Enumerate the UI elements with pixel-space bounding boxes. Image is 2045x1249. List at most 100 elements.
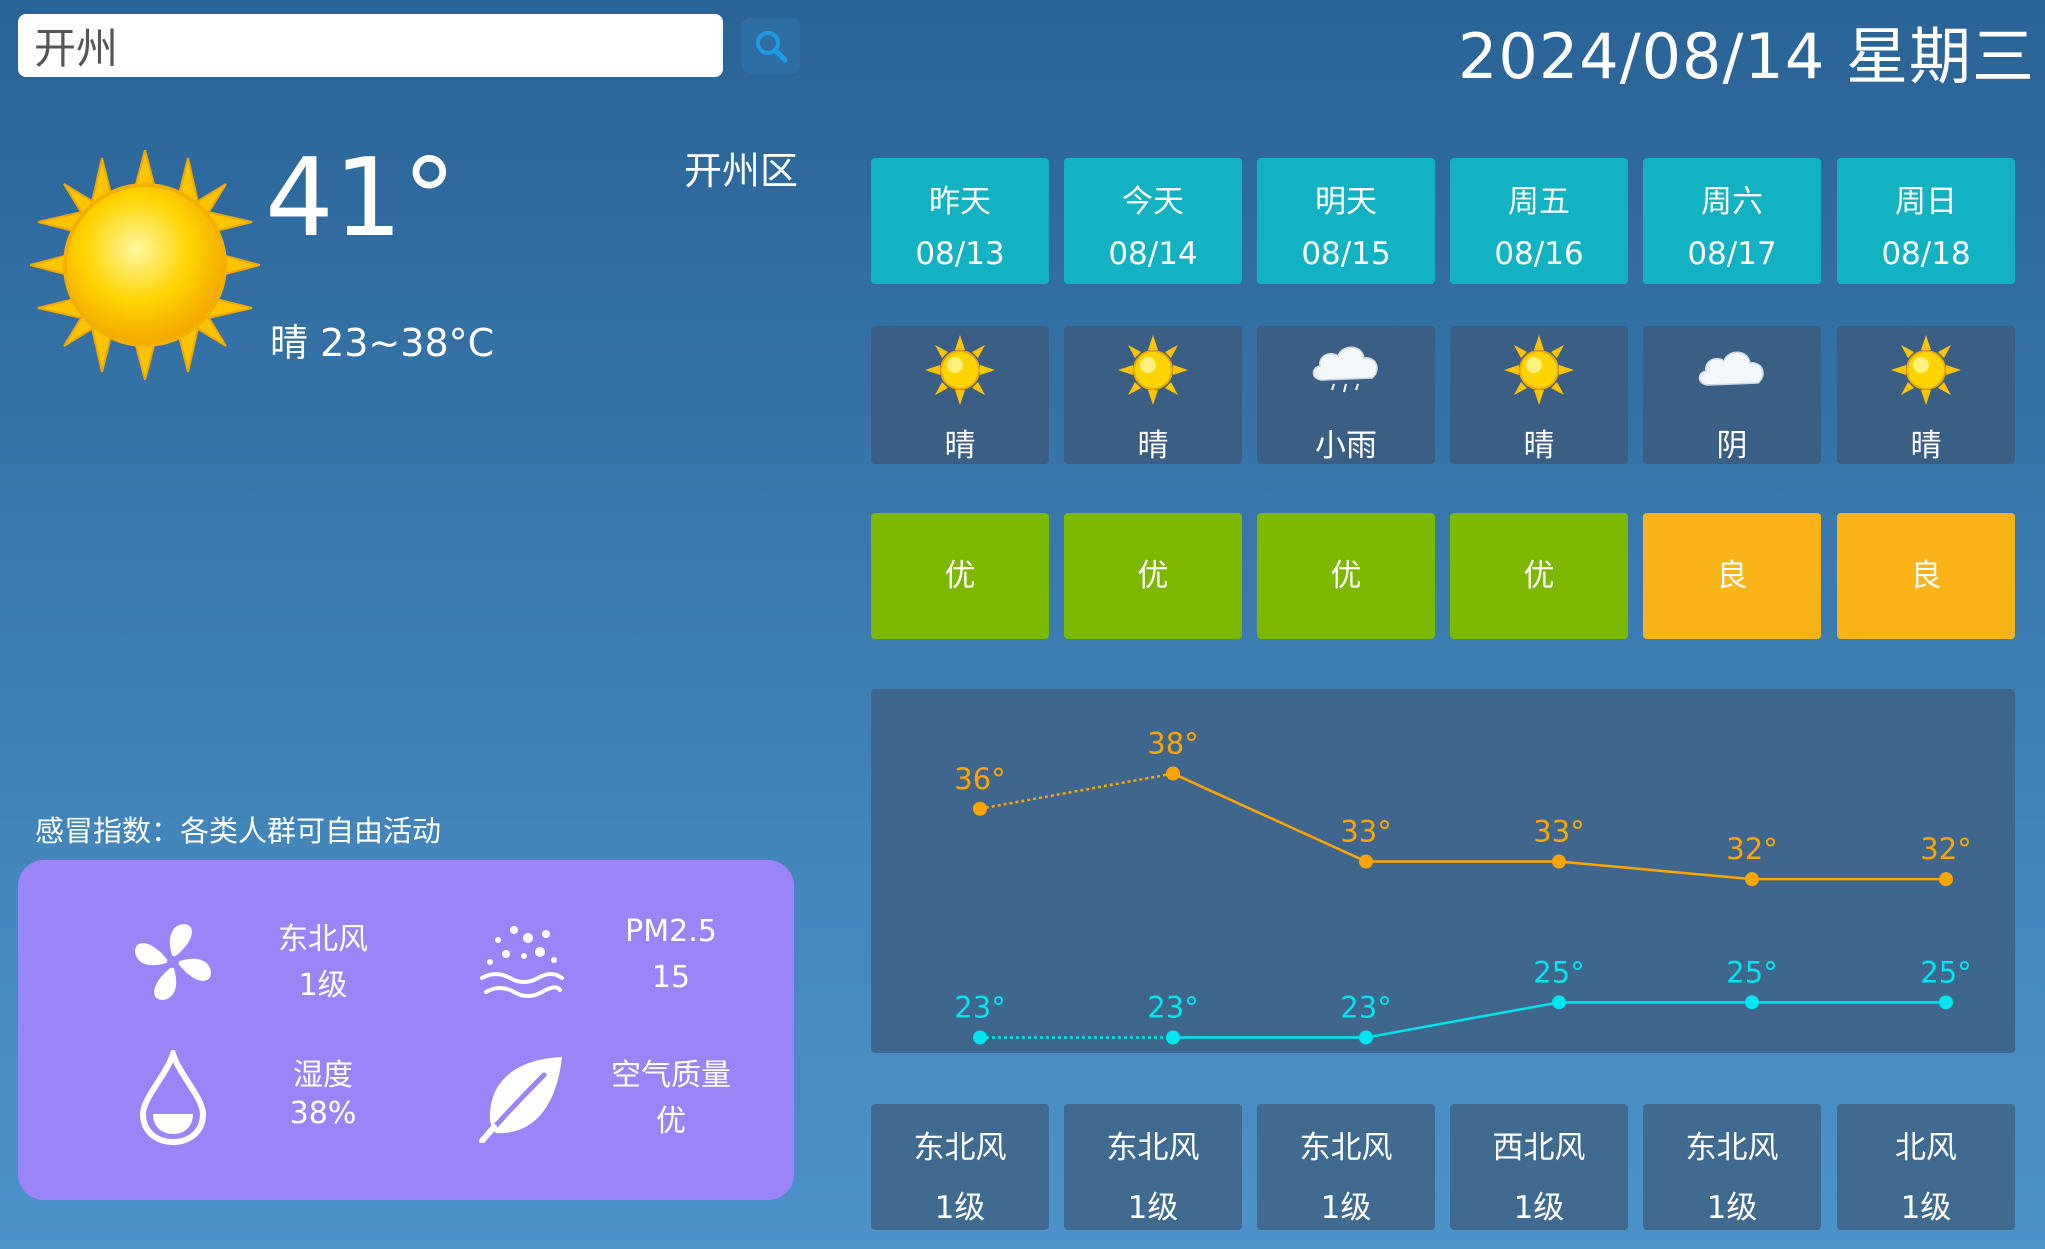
forecast-day: 明天 08/15 [1257, 158, 1435, 284]
weather-text: 晴 [1910, 428, 1942, 464]
series-0-point [1166, 766, 1180, 781]
day-date: 08/17 [1687, 236, 1777, 272]
wind-level: 1级 [1127, 1190, 1179, 1226]
wind-direction: 北风 [1895, 1130, 1957, 1166]
date-display: 2024/08/14 星期三 [1457, 20, 2035, 93]
series-1-point [1939, 995, 1953, 1010]
series-0-label: 32° [1920, 832, 1971, 866]
day-name: 周五 [1508, 184, 1570, 220]
leaf-icon [466, 1038, 576, 1158]
pm25-label: PM2.5 [625, 914, 717, 949]
sun-icon [1450, 334, 1628, 406]
aq-badge: 优 [1064, 513, 1242, 639]
air-quality-value: 优 [656, 1104, 686, 1139]
forecast-weather: 小雨 [1257, 326, 1435, 464]
sun-icon [871, 334, 1049, 406]
forecast-wind: 东北风 1级 [1257, 1104, 1435, 1230]
weather-text: 晴 [944, 428, 976, 464]
temperature-chart: 36° 38° 33° 33° 32° 32° 23° 23° 23° 25° 25° 25° [871, 689, 2015, 1053]
aq-badge: 优 [1257, 513, 1435, 639]
wind-direction: 西北风 [1492, 1130, 1586, 1166]
aq-badge: 良 [1643, 513, 1821, 639]
forecast-wind: 东北风 1级 [1064, 1104, 1242, 1230]
series-0-label: 33° [1340, 815, 1391, 849]
aq-badge: 良 [1837, 513, 2015, 639]
particles-icon [466, 902, 576, 1022]
series-0-point [1552, 854, 1566, 869]
series-1-label: 23° [1147, 991, 1198, 1025]
series-0-point [1359, 854, 1373, 869]
search-icon [756, 31, 788, 63]
day-date: 08/14 [1108, 236, 1198, 272]
forecast-weather: 晴 [1837, 326, 2015, 464]
water-drop-icon [118, 1038, 228, 1158]
wind-level: 1级 [934, 1190, 986, 1226]
series-0-point [1745, 872, 1759, 887]
info-panel: 东北风 1级 PM2.5 15 湿度 38% 空气质量 优 [18, 860, 794, 1200]
day-name: 今天 [1122, 184, 1184, 220]
series-0-point [1939, 872, 1953, 887]
series-1-label: 25° [1726, 955, 1777, 989]
series-0-point [973, 801, 987, 816]
aq-badge: 优 [1450, 513, 1628, 639]
weather-text: 小雨 [1315, 428, 1377, 464]
series-1-point [1166, 1030, 1180, 1045]
series-1-label: 23° [954, 991, 1005, 1025]
day-date: 08/15 [1301, 236, 1391, 272]
forecast-wind: 东北风 1级 [1643, 1104, 1821, 1230]
day-name: 明天 [1315, 184, 1377, 220]
forecast-day: 周五 08/16 [1450, 158, 1628, 284]
wind-value: 1级 [298, 968, 348, 1003]
air-quality-label: 空气质量 [611, 1058, 731, 1093]
wind-direction: 东北风 [1106, 1130, 1200, 1166]
day-name: 周日 [1895, 184, 1957, 220]
forecast-weather: 晴 [1450, 326, 1628, 464]
day-date: 08/13 [915, 236, 1005, 272]
series-0-label: 33° [1533, 815, 1584, 849]
series-0-segment-dashed [979, 772, 1174, 810]
rain-cloud-icon [1257, 334, 1435, 406]
search-input[interactable] [18, 14, 723, 77]
temperature-chart-svg: 36° 38° 33° 33° 32° 32° 23° 23° 23° 25° 25° 25° [954, 727, 1972, 1045]
fan-icon [118, 902, 228, 1022]
humidity-label: 湿度 [293, 1058, 353, 1093]
current-temperature: 41° [265, 136, 457, 261]
day-name: 昨天 [929, 184, 991, 220]
wind-level: 1级 [1900, 1190, 1952, 1226]
humidity-info: 湿度 38% [118, 1038, 458, 1158]
series-1-point [1552, 995, 1566, 1010]
series-1-label: 23° [1340, 991, 1391, 1025]
wind-level: 1级 [1320, 1190, 1372, 1226]
series-0-label: 36° [954, 762, 1005, 796]
cloud-icon [1643, 334, 1821, 406]
forecast-wind: 东北风 1级 [871, 1104, 1049, 1230]
humidity-value: 38% [289, 1096, 357, 1131]
series-1-point [973, 1030, 987, 1045]
pm25-value: 15 [651, 960, 691, 995]
weather-text: 晴 [1523, 428, 1555, 464]
forecast-weather: 阴 [1643, 326, 1821, 464]
series-1-label: 25° [1533, 955, 1584, 989]
forecast-day: 今天 08/14 [1064, 158, 1242, 284]
day-date: 08/16 [1494, 236, 1584, 272]
forecast-day: 周日 08/18 [1837, 158, 2015, 284]
series-1-label: 25° [1920, 955, 1971, 989]
wind-direction: 东北风 [1685, 1130, 1779, 1166]
series-0-label: 32° [1726, 832, 1777, 866]
cold-index: 感冒指数：各类人群可自由活动 [35, 814, 442, 848]
weather-text: 阴 [1716, 428, 1748, 464]
forecast-day: 昨天 08/13 [871, 158, 1049, 284]
sun-icon [1064, 334, 1242, 406]
district-name: 开州区 [684, 149, 799, 193]
sun-icon [26, 146, 264, 384]
series-1-point [1745, 995, 1759, 1010]
day-date: 08/18 [1881, 236, 1971, 272]
wind-level: 1级 [1706, 1190, 1758, 1226]
forecast-weather: 晴 [1064, 326, 1242, 464]
wind-level: 1级 [1513, 1190, 1565, 1226]
search-button[interactable] [742, 18, 800, 74]
current-description: 晴 23~38°C [270, 321, 495, 365]
forecast-wind: 北风 1级 [1837, 1104, 2015, 1230]
air-quality-info: 空气质量 优 [466, 1038, 806, 1158]
wind-direction: 东北风 [1299, 1130, 1393, 1166]
